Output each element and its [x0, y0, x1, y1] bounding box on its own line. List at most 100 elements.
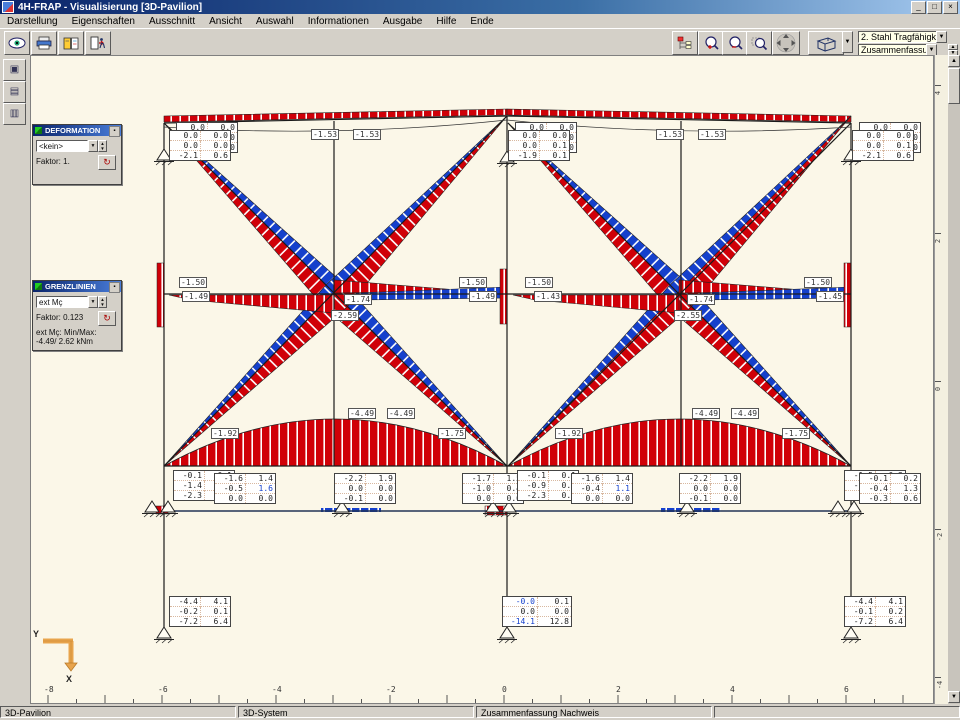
grenzlinien-spinner[interactable]: ▲▼	[98, 296, 107, 308]
result-value-cell: 1.1	[602, 484, 632, 494]
moment-value-label: -1.50	[525, 277, 553, 288]
result-value-cell: 0.0	[245, 494, 275, 503]
menu-ausgabe[interactable]: Ausgabe	[376, 15, 429, 28]
result-value-cell: 1.9	[710, 474, 740, 484]
result-value-box: 0.00.00.00.1-2.10.6	[852, 130, 914, 161]
vertical-scrollbar[interactable]: ▲ ▼	[948, 55, 960, 704]
ruler-y--4: -4	[936, 681, 944, 689]
deformation-panel-titlebar[interactable]: DEFORMATION ▪	[33, 125, 121, 136]
structure-tree-icon	[677, 36, 693, 50]
chevron-down-icon[interactable]: ▼	[88, 296, 98, 308]
moment-value-label: -1.49	[182, 291, 210, 302]
result-value-cell: 0.0	[883, 131, 913, 141]
moment-parabola-right	[508, 419, 851, 466]
result-value-cell: -2.2	[335, 474, 365, 484]
zoom-out-icon	[727, 36, 744, 51]
moment-value-label: -4.49	[387, 408, 415, 419]
cube-icon	[814, 35, 838, 52]
pan-pad[interactable]	[772, 31, 800, 55]
result-value-cell: 0.0	[710, 484, 740, 494]
view-eye-button[interactable]	[4, 31, 30, 55]
moment-value-label: -1.53	[698, 129, 726, 140]
scroll-down-arrow[interactable]: ▼	[948, 691, 960, 703]
result-value-cell: 0.0	[539, 131, 569, 141]
result-value-cell: 1.6	[245, 484, 275, 494]
menu-ansicht[interactable]: Ansicht	[202, 15, 249, 28]
menu-ausschnitt[interactable]: Ausschnitt	[142, 15, 202, 28]
menu-eigenschaften[interactable]: Eigenschaften	[65, 15, 142, 28]
result-value-cell: 0.0	[365, 484, 395, 494]
menu-informationen[interactable]: Informationen	[301, 15, 376, 28]
result-value-cell: -4.4	[170, 597, 200, 607]
menu-ende[interactable]: Ende	[463, 15, 500, 28]
scroll-thumb[interactable]	[948, 68, 960, 104]
draw-tool-button[interactable]: ▤	[3, 81, 26, 103]
ruler-y--2: -2	[936, 533, 944, 541]
loadcase-combo[interactable]: 2. Stahl Tragfähigkeit (Th. 2. O	[858, 31, 946, 43]
minimize-button[interactable]: _	[911, 1, 926, 14]
deformation-panel[interactable]: DEFORMATION ▪ <kein>▼▲▼ Faktor: 1. ↻	[32, 124, 122, 185]
result-value-box: 0.00.00.00.0-2.10.6	[169, 130, 231, 161]
grenzlinien-panel-titlebar[interactable]: GRENZLINIEN ▪	[33, 281, 121, 292]
ruler-x-2: 2	[616, 685, 621, 694]
zoom-out-button[interactable]	[722, 31, 748, 55]
pan-arrows-icon	[775, 33, 797, 53]
view-3d-button[interactable]	[808, 31, 844, 55]
view-3d-dropdown-arrow[interactable]: ▼	[842, 31, 853, 53]
result-value-cell: -0.1	[680, 494, 710, 503]
ruler-x--2: -2	[386, 685, 396, 694]
grenzlinien-minmax-label: ext Mç: Min/Max:	[36, 328, 118, 337]
deformation-select[interactable]: <kein>	[36, 140, 88, 152]
grenzlinien-panel[interactable]: GRENZLINIEN ▪ ext Mç▼▲▼ Faktor: 0.123 ↻ …	[32, 280, 122, 351]
print-button[interactable]	[31, 31, 57, 55]
menu-hilfe[interactable]: Hilfe	[429, 15, 463, 28]
structure-tree-button[interactable]	[672, 31, 698, 55]
ruler-y-4: 4	[934, 91, 942, 95]
result-value-cell: 12.8	[537, 617, 571, 626]
zoom-in-button[interactable]	[698, 31, 724, 55]
result-value-cell: 0.6	[200, 151, 230, 160]
status-project: 3D-Pavilion	[0, 706, 236, 718]
result-value-cell: 0.0	[537, 607, 571, 617]
exit-door-icon	[90, 36, 106, 50]
moment-value-label: -1.45	[816, 291, 844, 302]
grenzlinien-refresh-button[interactable]: ↻	[98, 311, 116, 326]
title-bar[interactable]: 4H-FRAP - Visualisierung [3D-Pavilion] _…	[0, 0, 960, 14]
deformation-spinner[interactable]: ▲▼	[98, 140, 107, 152]
deformation-refresh-button[interactable]: ↻	[98, 155, 116, 170]
result-value-cell: 0.1	[883, 141, 913, 151]
result-value-box: -2.21.90.00.0-0.10.0	[679, 473, 741, 504]
exit-button[interactable]	[85, 31, 111, 55]
result-value-cell: -1.6	[215, 474, 245, 484]
result-value-cell: 1.4	[602, 474, 632, 484]
close-button[interactable]: ×	[943, 1, 958, 14]
visualization-canvas[interactable]: Y X -8 -6 -4 -2 0 2 4 6 -1.53-1.53-1.53-…	[30, 55, 934, 704]
moment-value-label: -1.50	[179, 277, 207, 288]
moment-value-label: -1.43	[534, 291, 562, 302]
grenzlinien-panel-close-icon[interactable]: ▪	[109, 282, 120, 293]
moment-value-label: -1.50	[804, 277, 832, 288]
help-book-button[interactable]	[58, 31, 84, 55]
ruler-x-0: 0	[502, 685, 507, 694]
scroll-up-arrow[interactable]: ▲	[948, 55, 960, 67]
menu-auswahl[interactable]: Auswahl	[249, 15, 301, 28]
zoom-window-button[interactable]	[746, 31, 772, 55]
moment-value-label: -1.53	[311, 129, 339, 140]
result-value-cell: -14.1	[503, 617, 537, 626]
info-tool-button[interactable]: ▥	[3, 103, 26, 125]
moment-value-label: -1.75	[438, 428, 466, 439]
chevron-down-icon[interactable]: ▼	[88, 140, 98, 152]
maximize-button[interactable]: □	[927, 1, 942, 14]
result-value-cell: 0.6	[883, 151, 913, 160]
loadcase-dropdown-arrow[interactable]: ▼	[936, 31, 947, 43]
deformation-panel-close-icon[interactable]: ▪	[109, 126, 120, 137]
select-tool-button[interactable]: ▣	[3, 59, 26, 81]
grenzlinien-select[interactable]: ext Mç	[36, 296, 88, 308]
result-value-cell: 0.6	[890, 494, 920, 503]
menu-darstellung[interactable]: Darstellung	[0, 15, 65, 28]
grenzlinien-minmax-value: -4.49/ 2.62 kNm	[36, 337, 118, 346]
result-value-cell: -4.4	[845, 597, 875, 607]
status-bar: 3D-Pavilion 3D-System Zusammenfassung Na…	[0, 704, 960, 720]
result-value-cell: 0.0	[335, 484, 365, 494]
result-value-cell: 0.0	[365, 494, 395, 503]
